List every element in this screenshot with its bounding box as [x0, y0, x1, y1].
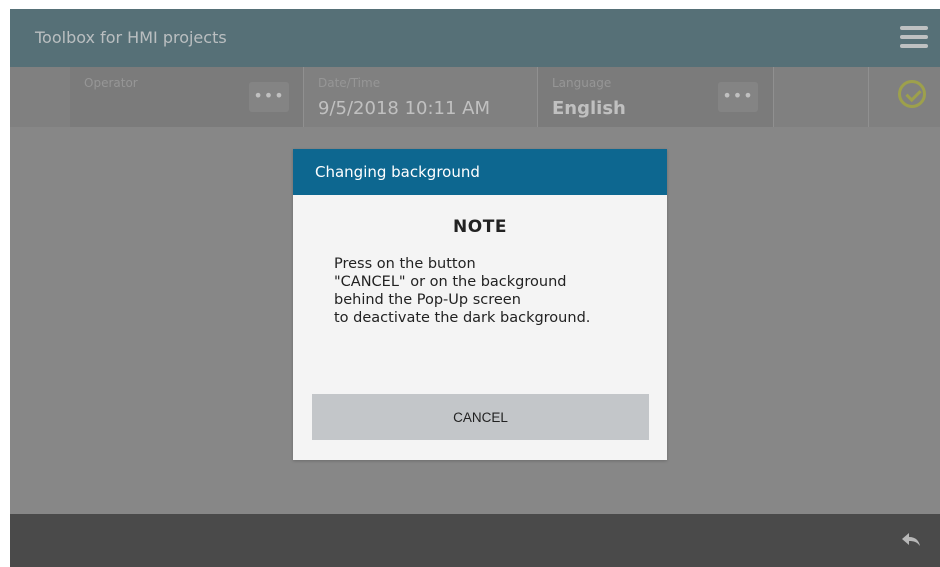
dialog-heading: NOTE — [453, 217, 507, 237]
popup-dialog: Changing background NOTE Press on the bu… — [293, 149, 667, 460]
dialog-message-line: to deactivate the dark background. — [334, 310, 591, 326]
hmi-screen: Toolbox for HMI projects Operator ••• Da… — [10, 9, 940, 567]
dialog-message-line: behind the Pop-Up screen — [334, 292, 521, 308]
dialog-message-line: Press on the button — [334, 256, 476, 272]
dialog-message-line: "CANCEL" or on the background — [334, 274, 567, 290]
dialog-title: Changing background — [293, 149, 667, 195]
dialog-message: Press on the button "CANCEL" or on the b… — [334, 255, 667, 327]
cancel-button[interactable]: CANCEL — [312, 394, 649, 440]
